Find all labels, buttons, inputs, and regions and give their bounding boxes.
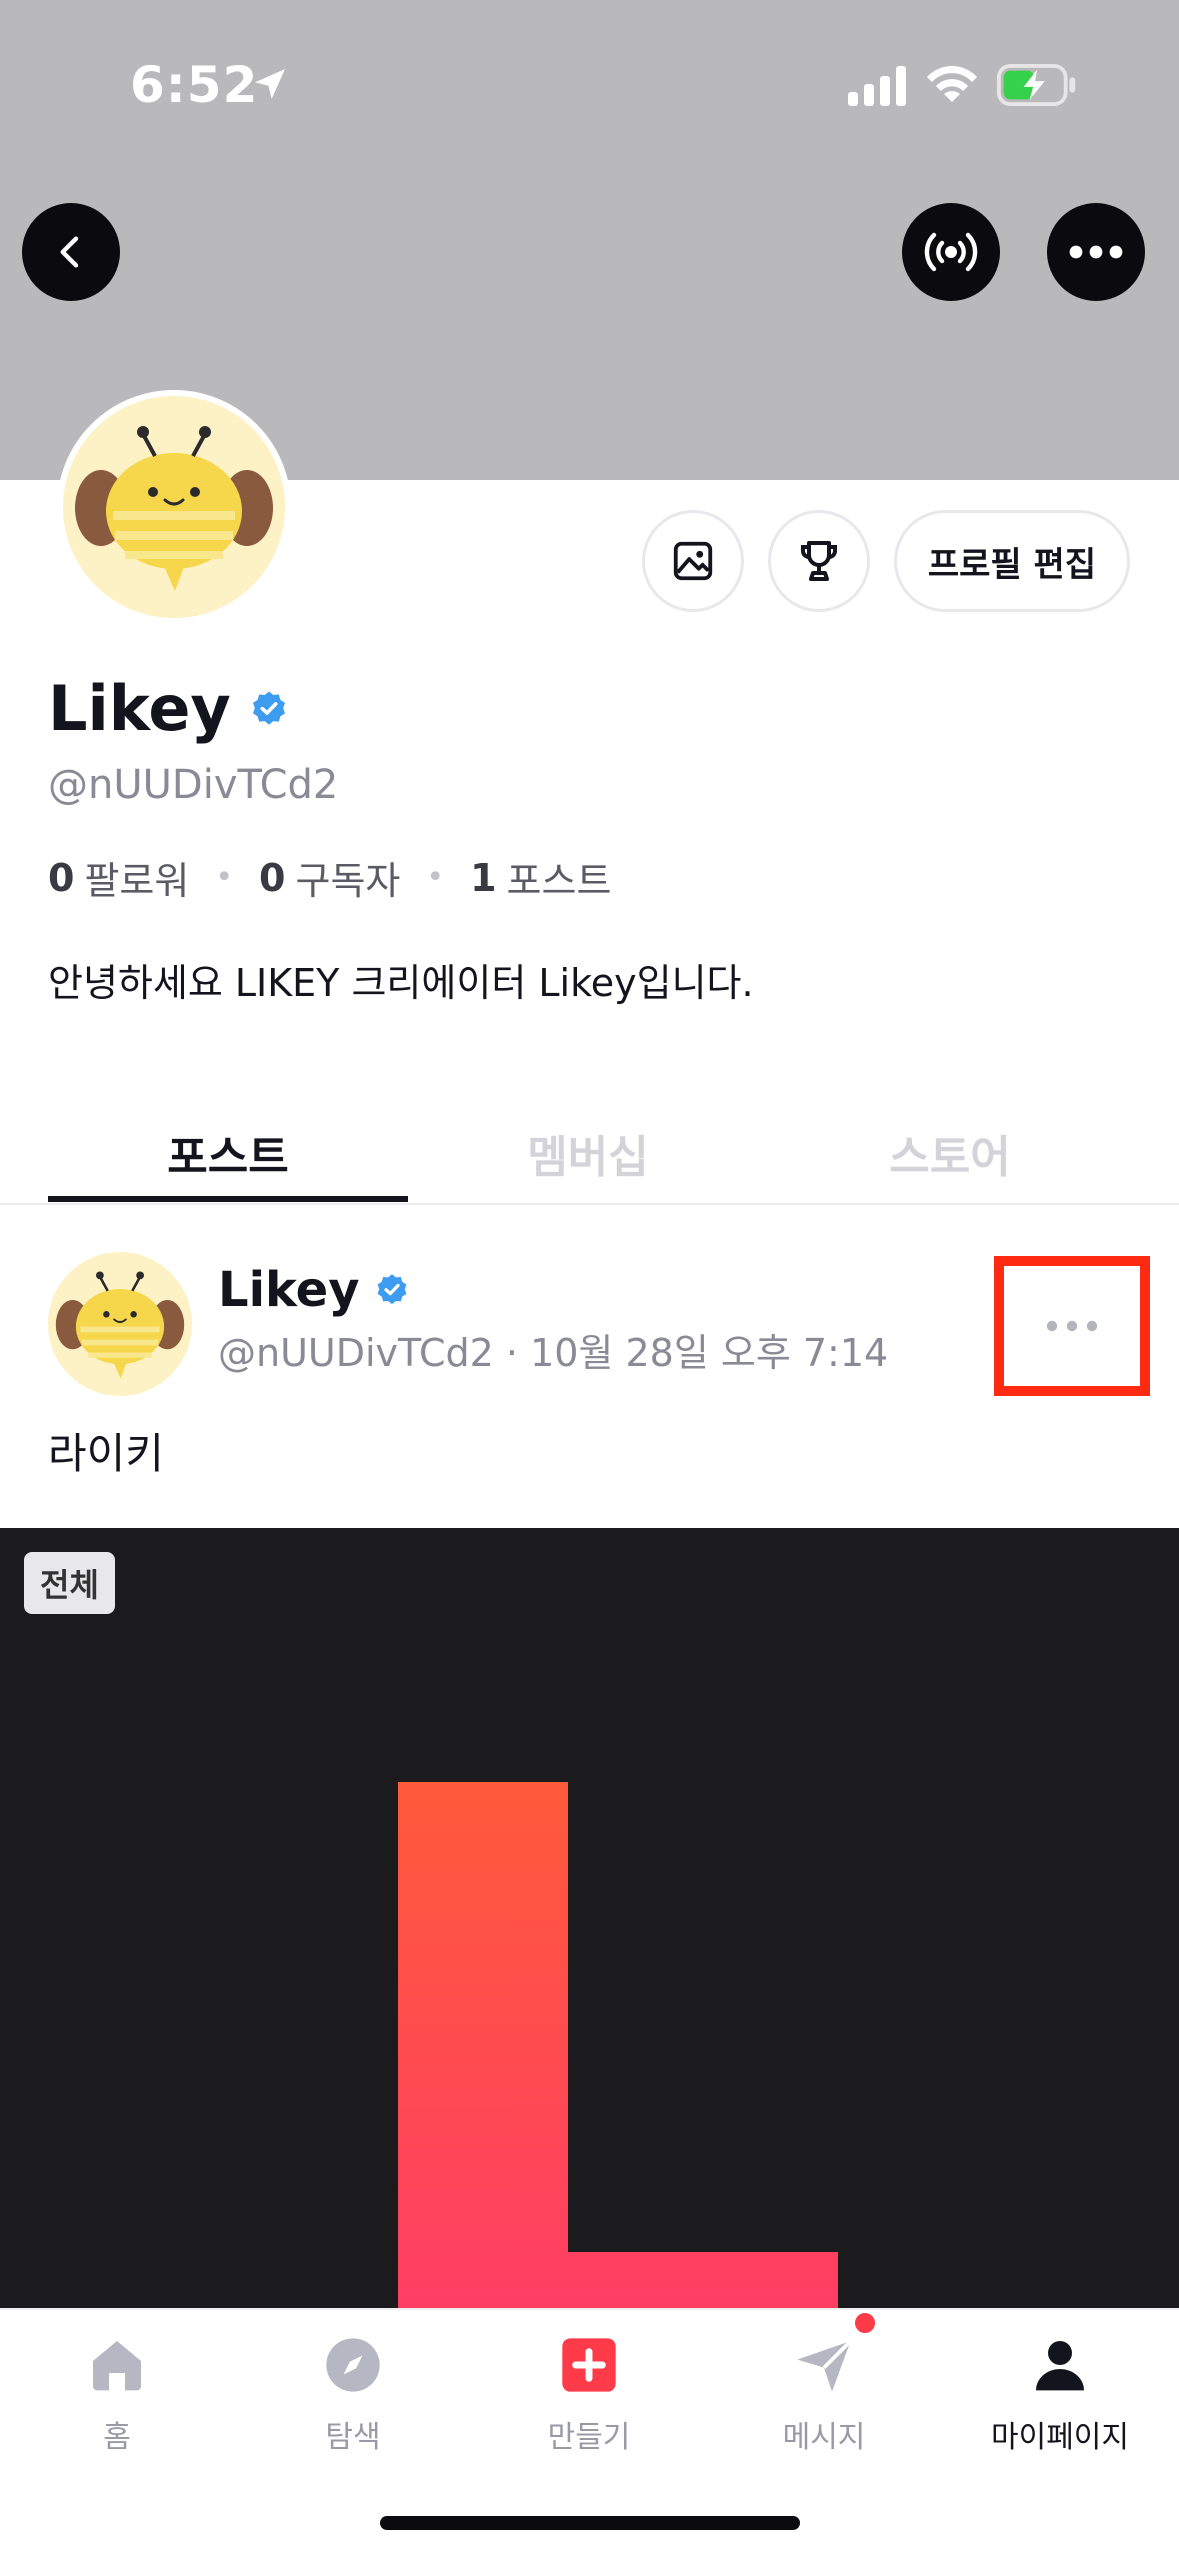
status-bar: 6:52 [0,0,1179,170]
live-broadcast-button[interactable] [902,203,1000,301]
back-button[interactable] [22,203,120,301]
post-author-avatar[interactable] [48,1252,192,1396]
profile-handle: @nUUDivTCd2 [48,762,339,808]
nav-mypage[interactable]: 마이페이지 [960,2330,1160,2470]
nav-message[interactable]: 메시지 [724,2330,924,2470]
location-arrow-icon [255,69,285,99]
compass-icon [326,2338,380,2392]
likey-logo-image [398,1782,838,2308]
trophy-button[interactable] [768,510,870,612]
tab-posts[interactable]: 포스트 [48,1100,408,1205]
followers-label[interactable]: 팔로워 [84,850,189,905]
nav-home-label: 홈 [103,2420,131,2455]
post-more-button[interactable] [994,1256,1150,1396]
broadcast-icon [924,232,978,272]
cellular-signal-icon [848,66,906,106]
bee-mascot-icon [48,1252,192,1396]
trophy-icon [801,541,837,581]
verified-badge-icon [377,1274,406,1305]
verified-badge-icon [252,691,285,725]
battery-charging-icon [996,64,1076,106]
status-time: 6:52 [130,56,259,114]
active-tab-indicator [48,1196,408,1202]
profile-name: Likey [48,672,231,745]
home-indicator [380,2516,800,2530]
nav-create[interactable]: 만들기 [489,2330,689,2470]
post-media[interactable]: 전체 [0,1528,1179,2308]
profile-avatar[interactable] [57,390,291,624]
home-icon [93,2341,141,2391]
user-icon [1036,2341,1084,2391]
send-icon [797,2339,852,2392]
nav-mypage-label: 마이페이지 [991,2420,1129,2455]
followers-count: 0 [48,855,75,900]
subscribers-label[interactable]: 구독자 [296,850,401,905]
nav-explore-label: 탐색 [325,2420,381,2455]
image-icon [673,541,713,581]
nav-home[interactable]: 홈 [17,2330,217,2470]
subscribers-count: 0 [259,855,286,900]
post-meta: @nUUDivTCd2 · 10월 28일 오후 7:14 [218,1331,889,1375]
posts-label: 포스트 [506,859,612,903]
tab-store[interactable]: 스토어 [770,1100,1130,1205]
post-text: 라이키 [48,1429,164,1478]
more-options-button[interactable] [1047,203,1145,301]
profile-bio: 안녕하세요 LIKEY 크리에이터 Likey입니다. [48,961,754,1005]
message-notification-dot [852,2310,878,2336]
edit-profile-button[interactable]: 프로필 편집 [894,510,1130,612]
stats-separator: • [215,860,234,895]
chevron-left-icon [60,236,79,268]
nav-create-label: 만들기 [547,2420,631,2455]
more-horizontal-icon [1069,245,1123,259]
stats-separator: • [426,860,445,895]
posts-count: 1 [470,855,497,900]
plus-icon [562,2338,616,2392]
nav-explore[interactable]: 탐색 [253,2330,453,2470]
gallery-button[interactable] [642,510,744,612]
bee-mascot-icon [63,396,285,618]
profile-tabs: 포스트 멤버십 스토어 [0,1100,1179,1205]
nav-message-label: 메시지 [782,2420,866,2455]
visibility-badge: 전체 [24,1552,115,1614]
profile-name-row: Likey [48,672,289,745]
tab-membership[interactable]: 멤버십 [408,1100,768,1205]
wifi-icon [927,66,977,102]
more-horizontal-icon [1046,1320,1098,1332]
post-author-name[interactable]: Likey [218,1262,360,1318]
post-author-row: Likey [218,1262,410,1318]
profile-stats: 0 팔로워 • 0 구독자 • 1 포스트 [48,850,611,905]
